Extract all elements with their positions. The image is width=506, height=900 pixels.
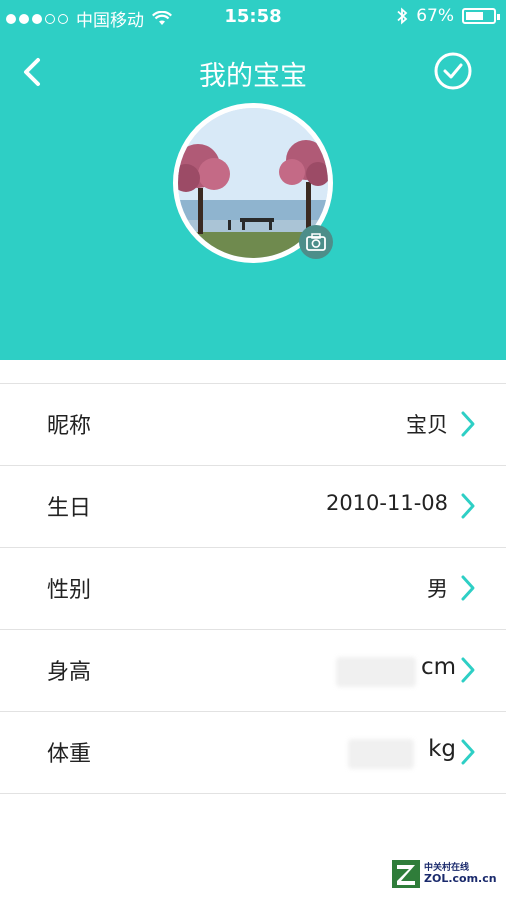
zol-logo-icon [392,860,420,888]
height-value-redacted [336,657,416,687]
height-row[interactable]: 身高 cm [0,630,506,712]
height-label: 身高 [47,660,92,685]
nickname-label: 昵称 [47,414,92,439]
avatar-container [173,103,333,263]
weight-unit: kg [428,736,456,762]
nickname-row[interactable]: 昵称 宝贝 [0,384,506,466]
watermark: 中关村在线 ZOL.com.cn [391,859,497,889]
watermark-text: 中关村在线 ZOL.com.cn [424,863,497,885]
chevron-right-icon [461,411,475,437]
confirm-button[interactable] [432,50,474,92]
weight-label: 体重 [47,742,92,767]
battery-icon [462,8,500,24]
camera-icon [306,233,326,251]
profile-header: 中国移动 15:58 67% 我的宝宝 [0,0,506,360]
birthday-label: 生日 [47,496,92,521]
birthday-value: 2010-11-08 [325,491,448,515]
birthday-row[interactable]: 生日 2010-11-08 [0,466,506,548]
chevron-right-icon [461,739,475,765]
status-right: 67% [396,6,500,26]
weight-value-redacted [348,739,414,769]
gender-row[interactable]: 性别 男 [0,548,506,630]
page-title: 我的宝宝 [199,61,307,92]
chevron-right-icon [461,493,475,519]
bluetooth-icon [397,7,408,25]
status-bar: 中国移动 15:58 67% [0,0,506,34]
gender-value: 男 [427,577,448,601]
weight-row[interactable]: 体重 kg [0,712,506,794]
battery-percent: 67% [416,6,454,26]
gender-label: 性别 [47,578,92,603]
watermark-en: ZOL.com.cn [424,871,497,885]
change-photo-button[interactable] [299,225,333,259]
baby-info-list: 昵称 宝贝 生日 2010-11-08 性别 男 身高 cm 体重 kg [0,383,506,794]
nickname-value: 宝贝 [406,413,448,437]
battery-fill [466,12,483,20]
chevron-right-icon [461,657,475,683]
chevron-right-icon [461,575,475,601]
check-circle-icon [434,52,472,90]
height-unit: cm [420,654,456,680]
